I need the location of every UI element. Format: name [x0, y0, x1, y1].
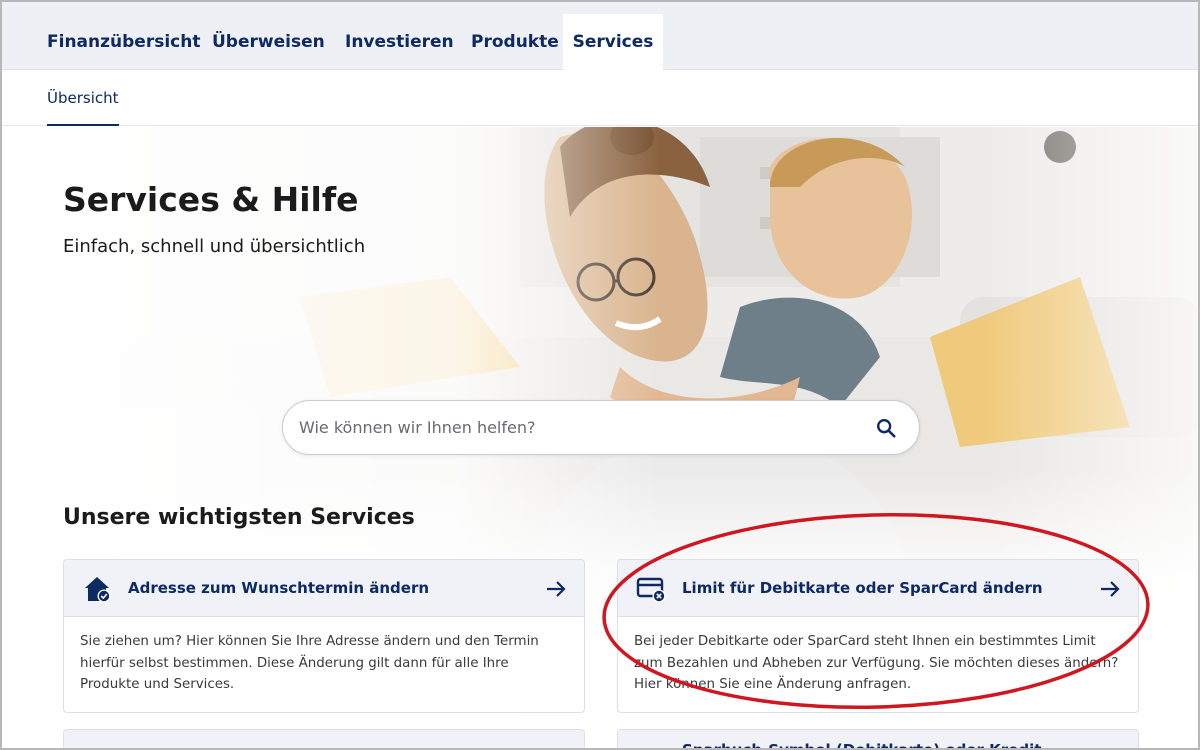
- card-limit-icon: [636, 577, 666, 603]
- service-card-header[interactable]: Limit für Debitkarte oder SparCard änder…: [618, 560, 1138, 617]
- service-card-header[interactable]: [64, 730, 584, 750]
- tab-investieren[interactable]: Investieren: [329, 14, 470, 70]
- service-card-limit[interactable]: Limit für Debitkarte oder SparCard änder…: [617, 559, 1139, 713]
- service-card-header[interactable]: Adresse zum Wunschtermin ändern: [64, 560, 584, 617]
- page-title: Services & Hilfe: [63, 180, 359, 219]
- tab-ueberweisen[interactable]: Überweisen: [196, 14, 341, 70]
- help-search: [282, 400, 920, 455]
- page-subtitle: Einfach, schnell und übersichtlich: [63, 236, 366, 257]
- services-section-title: Unsere wichtigsten Services: [63, 505, 415, 530]
- subtab-uebersicht[interactable]: Übersicht: [47, 70, 119, 126]
- service-card-header[interactable]: Sparbuch-Symbol (Debitkarte) oder Kredit…: [618, 730, 1138, 750]
- service-card-description: Sie ziehen um? Hier können Sie Ihre Adre…: [80, 634, 539, 692]
- search-icon[interactable]: [875, 417, 897, 439]
- tab-services[interactable]: Services: [563, 14, 663, 70]
- service-card-partial-left[interactable]: [63, 729, 585, 750]
- main-navigation: Finanzübersicht Überweisen Investieren P…: [0, 0, 1200, 70]
- tab-finanzuebersicht[interactable]: Finanzübersicht: [31, 14, 216, 70]
- service-card-description: Bei jeder Debitkarte oder SparCard steht…: [634, 634, 1119, 692]
- arrow-right-icon[interactable]: [1100, 579, 1120, 599]
- house-check-icon: [85, 577, 111, 603]
- service-card-adresse[interactable]: Adresse zum Wunschtermin ändern Sie zieh…: [63, 559, 585, 713]
- help-search-input[interactable]: [299, 401, 859, 454]
- tab-produkte[interactable]: Produkte: [455, 14, 575, 70]
- arrow-right-icon[interactable]: [546, 579, 566, 599]
- service-card-partial-right[interactable]: Sparbuch-Symbol (Debitkarte) oder Kredit…: [617, 729, 1139, 750]
- service-card-title: Limit für Debitkarte oder SparCard änder…: [682, 579, 1043, 597]
- sub-navigation: Übersicht: [0, 70, 1200, 126]
- service-card-title: Adresse zum Wunschtermin ändern: [128, 579, 430, 597]
- service-card-title: Sparbuch-Symbol (Debitkarte) oder Kredit…: [682, 741, 1059, 750]
